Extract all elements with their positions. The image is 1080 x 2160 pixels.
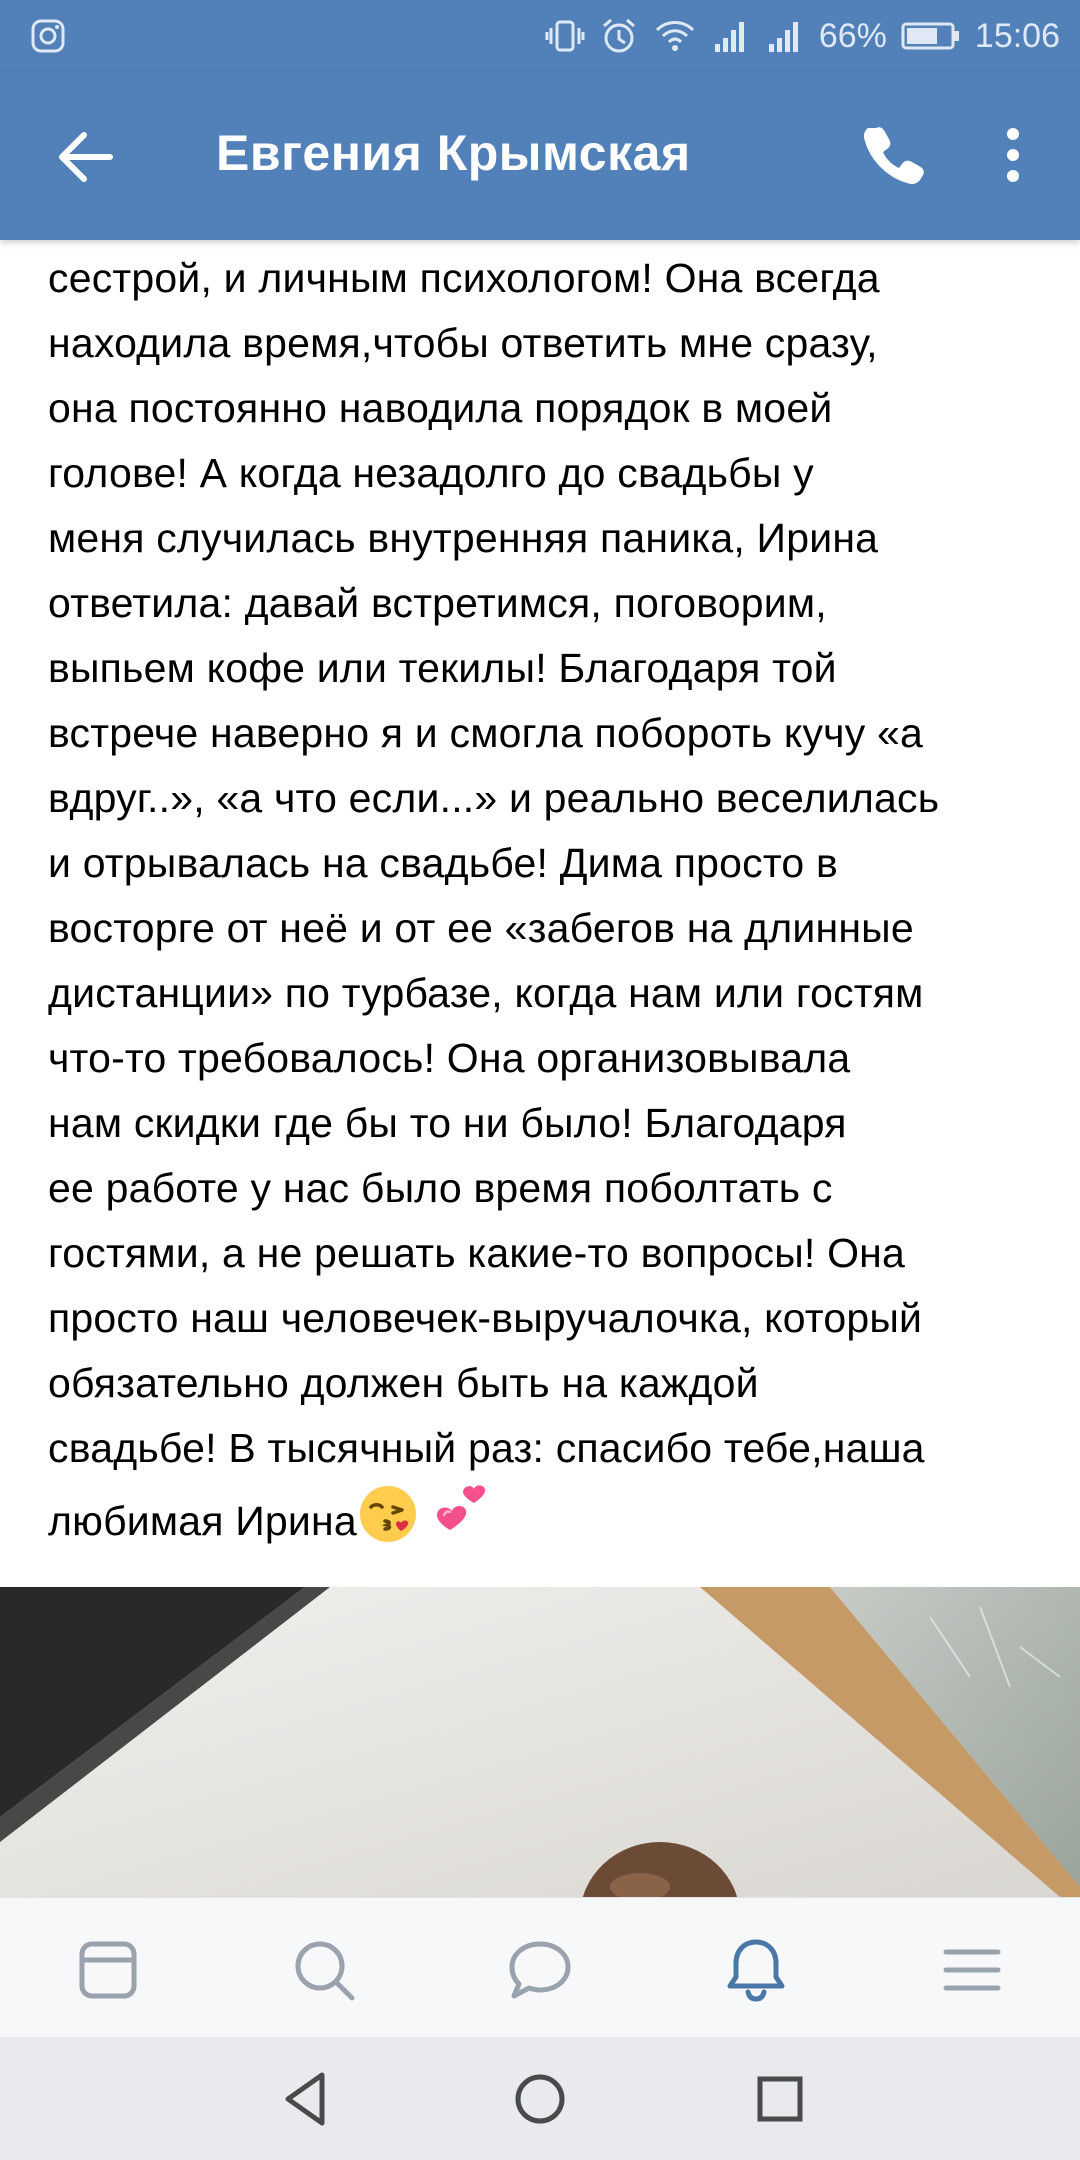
two-hearts-emoji: [437, 1485, 486, 1530]
menu-icon[interactable]: [936, 1934, 1008, 2006]
instagram-icon: [31, 19, 65, 53]
post-line: голове! А когда незадолго до свадьбы у: [48, 450, 814, 496]
bottom-tab-bar: [0, 1897, 1080, 2038]
vibrate-icon: [545, 20, 585, 52]
status-icons: 66% 15:06: [545, 12, 1060, 60]
conversation-header: Евгения Крымская: [0, 72, 1080, 240]
notifications-icon[interactable]: [720, 1934, 792, 2006]
post-line: что-то требовалось! Она организовывала: [48, 1035, 851, 1081]
kissing-face-emoji: [359, 1486, 416, 1542]
post-line: и отрывалась на свадьбе! Дима просто в: [48, 840, 838, 886]
status-bar: 66% 15:06: [0, 0, 1080, 72]
post-photo[interactable]: [0, 1587, 1080, 1897]
post-line-last: любимая Ирина: [48, 1481, 1048, 1554]
search-icon[interactable]: [288, 1934, 360, 2006]
post-line: просто наш человечек-выручалочка, которы…: [48, 1295, 923, 1341]
messages-icon[interactable]: [504, 1934, 576, 2006]
post-line: обязательно должен быть на каждой: [48, 1360, 759, 1406]
post-line: дистанции» по турбазе, когда нам или гос…: [48, 970, 924, 1016]
post-line: гостями, а не решать какие-то вопросы! О…: [48, 1230, 906, 1276]
system-nav-bar: [0, 2037, 1080, 2160]
signal-icon-2: [768, 22, 798, 52]
post-line: ответила: давай встретимся, поговорим,: [48, 580, 827, 626]
page-title[interactable]: Евгения Крымская: [216, 124, 691, 182]
post-line: сестрой, и личным психологом! Она всегда: [48, 255, 880, 301]
more-vertical-icon[interactable]: [998, 120, 1028, 190]
post-line: вдруг..», «а что если...» и реально весе…: [48, 775, 940, 821]
post-line: встрече наверно я и смогла побороть кучу…: [48, 710, 924, 756]
post-line: находила время,чтобы ответить мне сразу,: [48, 320, 878, 366]
post-line: она постоянно наводила порядок в моей: [48, 385, 833, 431]
post-line: любимая Ирина: [48, 1498, 357, 1544]
signal-icon: [714, 22, 744, 52]
photo-image: [0, 1587, 1080, 1897]
post-text: сестрой, и личным психологом! Она всегда…: [48, 246, 1048, 1554]
nav-recents-icon[interactable]: [748, 2067, 812, 2131]
post-line: свадьбе! В тысячный раз: спасибо тебе,на…: [48, 1425, 925, 1471]
news-icon[interactable]: [72, 1934, 144, 2006]
wifi-icon: [655, 21, 694, 51]
alarm-icon: [602, 18, 635, 53]
nav-home-icon[interactable]: [508, 2067, 572, 2131]
post-line: меня случилась внутренняя паника, Ирина: [48, 515, 879, 561]
nav-back-icon[interactable]: [274, 2067, 338, 2131]
battery-icon: [901, 22, 959, 50]
clock: 15:06: [974, 16, 1060, 55]
post-line: восторге от неё и от ее «забегов на длин…: [48, 905, 914, 951]
battery-percent: 66%: [818, 16, 887, 55]
back-arrow-icon[interactable]: [50, 122, 120, 192]
post-line: нам скидки где бы то ни было! Благодаря: [48, 1100, 847, 1146]
phone-icon[interactable]: [858, 120, 928, 190]
post-line: ее работе у нас было время поболтать с: [48, 1165, 833, 1211]
post-line: выпьем кофе или текилы! Благодаря той: [48, 645, 837, 691]
